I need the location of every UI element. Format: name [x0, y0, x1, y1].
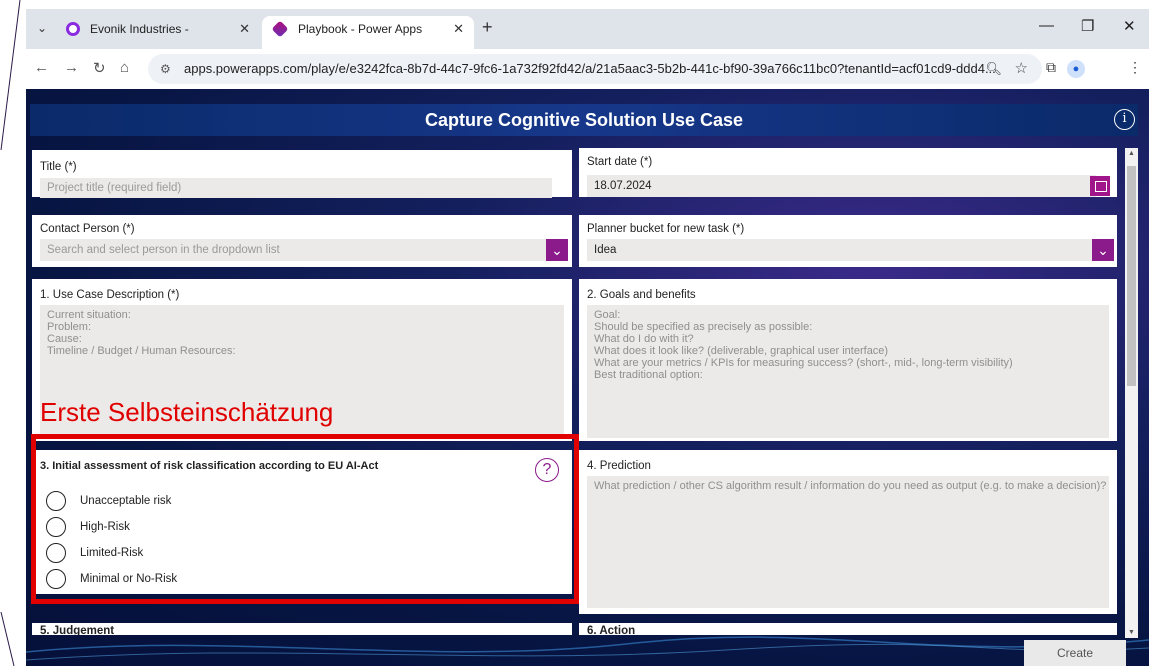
- home-icon[interactable]: ⌂: [120, 59, 129, 76]
- title-card: Title (*) Project title (required field): [32, 150, 572, 198]
- profile-avatar-icon[interactable]: ●: [1067, 60, 1085, 78]
- back-arrow-icon[interactable]: ←: [34, 59, 49, 76]
- annotation-text: Erste Selbsteinschätzung: [40, 397, 334, 427]
- use-case-description-label: 1. Use Case Description (*): [40, 289, 180, 301]
- minimize-icon[interactable]: —: [1039, 17, 1054, 34]
- reload-icon[interactable]: ↻: [93, 59, 106, 77]
- annotation-highlight-box: [31, 434, 579, 604]
- close-tab-icon[interactable]: ✕: [453, 16, 464, 42]
- planner-bucket-dropdown[interactable]: Idea: [587, 239, 1092, 261]
- start-date-label: Start date (*): [587, 156, 653, 168]
- restore-icon[interactable]: ❐: [1081, 17, 1094, 35]
- url-field[interactable]: ⚙ apps.powerapps.com/play/e/e3242fca-8b7…: [148, 54, 1042, 84]
- extensions-icon[interactable]: ⧉: [1046, 59, 1056, 76]
- tab-bar: ⌄ Evonik Industries - Spezialchem ✕ Play…: [26, 9, 1149, 62]
- form-scrollbar[interactable]: ▲ ▼: [1125, 148, 1138, 638]
- prediction-label: 4. Prediction: [587, 460, 651, 472]
- goals-benefits-textarea[interactable]: Goal: Should be specified as precisely a…: [587, 305, 1109, 438]
- chevron-down-icon[interactable]: ⌄: [1092, 239, 1114, 261]
- contact-person-card: Contact Person (*) Search and select per…: [32, 215, 572, 267]
- bookmark-star-icon[interactable]: ☆: [1015, 54, 1028, 84]
- contact-person-label: Contact Person (*): [40, 223, 135, 235]
- tab-evonik[interactable]: Evonik Industries - Spezialchem ✕: [54, 16, 260, 62]
- slide: ⌄ Evonik Industries - Spezialchem ✕ Play…: [0, 0, 1149, 666]
- title-input[interactable]: Project title (required field): [40, 178, 552, 198]
- chevron-down-icon[interactable]: ⌄: [546, 239, 568, 261]
- info-icon[interactable]: i: [1114, 109, 1135, 130]
- scrollbar-thumb[interactable]: [1127, 166, 1136, 386]
- planner-bucket-label: Planner bucket for new task (*): [587, 223, 745, 235]
- prediction-card: 4. Prediction What prediction / other CS…: [579, 450, 1117, 614]
- calendar-icon[interactable]: [1090, 176, 1110, 196]
- goals-benefits-card: 2. Goals and benefits Goal: Should be sp…: [579, 279, 1117, 441]
- close-tab-icon[interactable]: ✕: [239, 16, 250, 42]
- tab-search-chevron-icon[interactable]: ⌄: [32, 18, 52, 38]
- site-settings-icon[interactable]: ⚙: [160, 54, 171, 84]
- title-label: Title (*): [40, 161, 77, 173]
- window-close-icon[interactable]: ✕: [1123, 17, 1136, 35]
- start-date-input[interactable]: 18.07.2024: [587, 175, 1096, 197]
- tab-title: Playbook - Power Apps: [298, 22, 423, 36]
- zoom-icon[interactable]: 🔍︎: [985, 54, 1002, 84]
- planner-bucket-card: Planner bucket for new task (*) Idea ⌄: [579, 215, 1117, 267]
- start-date-card: Start date (*) 18.07.2024: [579, 148, 1117, 197]
- scroll-up-arrow-icon[interactable]: ▲: [1125, 150, 1138, 157]
- prediction-textarea[interactable]: What prediction / other CS algorithm res…: [587, 476, 1109, 608]
- app-header: Capture Cognitive Solution Use Case i: [30, 104, 1138, 136]
- app-title: Capture Cognitive Solution Use Case: [424, 110, 744, 130]
- decorative-wave-strip: [26, 636, 1149, 661]
- create-button[interactable]: Create: [1024, 640, 1126, 666]
- new-tab-plus-icon[interactable]: +: [482, 17, 493, 38]
- evonik-favicon-icon: [66, 22, 80, 36]
- forward-arrow-icon[interactable]: →: [64, 59, 79, 76]
- contact-person-combobox[interactable]: Search and select person in the dropdown…: [40, 239, 546, 261]
- menu-kebab-icon[interactable]: ⋮: [1128, 59, 1142, 76]
- powerapps-favicon-icon: [271, 20, 289, 38]
- goals-benefits-label: 2. Goals and benefits: [587, 289, 696, 301]
- tab-playbook[interactable]: Playbook - Power Apps ✕: [262, 16, 474, 49]
- url-text: apps.powerapps.com/play/e/e3242fca-8b7d-…: [184, 61, 996, 76]
- address-bar: ← → ↻ ⌂ ⚙ apps.powerapps.com/play/e/e324…: [26, 49, 1149, 89]
